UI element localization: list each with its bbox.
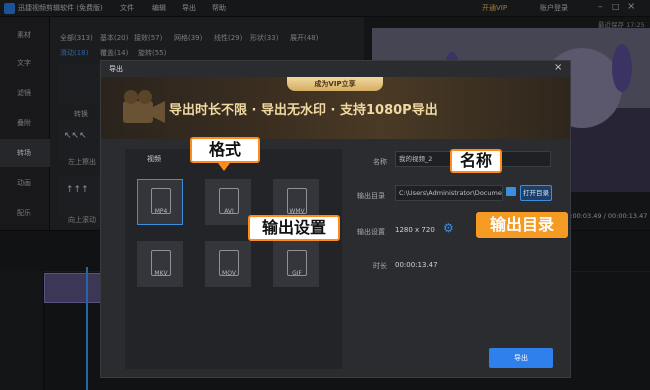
format-label: MOV — [222, 270, 236, 277]
duration-label: 时长 — [373, 262, 387, 270]
output-dir-label: 输出目录 — [357, 192, 385, 200]
vip-banner[interactable]: 成为VIP立享 导出时长不限 · 导出无水印 · 支持1080P导出 — [101, 77, 570, 139]
dialog-header: 导出 × — [101, 61, 570, 77]
format-avi[interactable]: AVI — [205, 179, 251, 225]
duration-value: 00:00:13.47 — [395, 261, 438, 269]
format-label: GIF — [292, 270, 302, 277]
banner-text: 导出时长不限 · 导出无水印 · 支持1080P导出 — [169, 103, 438, 118]
output-dir-input[interactable]: C:\Users\Administrator\Documen — [395, 185, 503, 201]
open-dir-button[interactable]: 打开目录 — [520, 185, 552, 201]
format-label: MKV — [154, 270, 168, 277]
dialog-title: 导出 — [109, 65, 123, 73]
format-label: MP4 — [154, 208, 168, 215]
callout-format: 格式 — [190, 137, 260, 163]
format-gif[interactable]: GIF — [273, 241, 319, 287]
output-settings-label: 输出设置 — [357, 228, 385, 236]
callout-output-settings: 输出设置 — [248, 215, 340, 241]
callout-output-dir: 输出目录 — [476, 212, 568, 238]
vip-tab: 成为VIP立享 — [287, 77, 383, 91]
dialog-close-icon[interactable]: × — [554, 62, 562, 73]
export-button[interactable]: 导出 — [489, 348, 553, 368]
format-label: AVI — [224, 208, 234, 215]
format-panel: 视频 MP4 AVI WMV MKV MOV GIF — [125, 149, 342, 369]
callout-name: 名称 — [450, 149, 502, 173]
app-window: 迅捷视频剪辑软件 (免费版) 文件 编辑 导出 帮助 开通VIP 账户登录 – … — [0, 0, 650, 390]
output-settings-value: 1280 x 720 — [395, 226, 435, 234]
name-label: 名称 — [373, 158, 387, 166]
format-mkv[interactable]: MKV — [137, 241, 183, 287]
tab-video[interactable]: 视频 — [147, 154, 191, 168]
folder-icon[interactable] — [506, 187, 516, 196]
film-camera-icon — [123, 90, 165, 123]
callout-arrow — [218, 163, 230, 171]
format-label: WMV — [289, 208, 305, 215]
format-mov[interactable]: MOV — [205, 241, 251, 287]
gear-icon[interactable]: ⚙ — [443, 221, 454, 235]
format-mp4[interactable]: MP4 — [137, 179, 183, 225]
